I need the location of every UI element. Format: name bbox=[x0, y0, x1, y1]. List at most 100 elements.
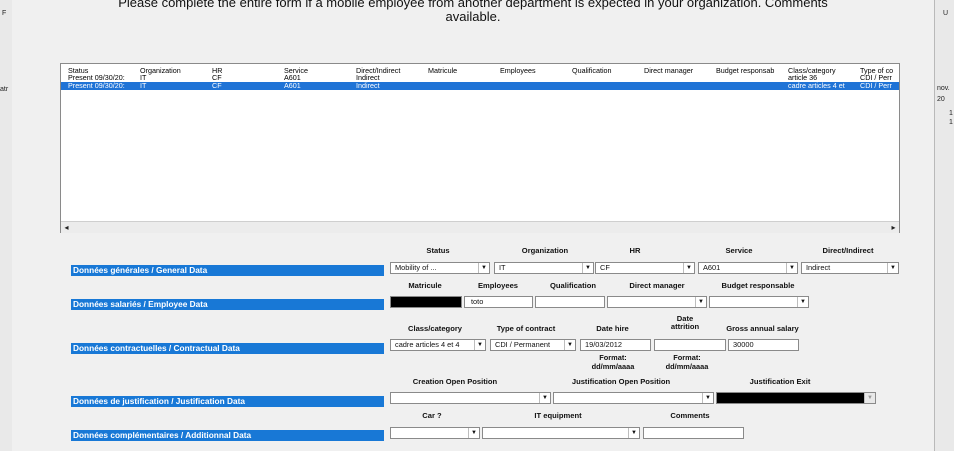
header-date-attrition-2: attrition bbox=[670, 322, 700, 331]
header-direct-indirect: Direct/Indirect bbox=[822, 246, 874, 255]
list-cell: Indirect bbox=[356, 82, 380, 90]
date-hire-format-label: Format: bbox=[599, 353, 627, 362]
chevron-down-icon[interactable]: ▼ bbox=[786, 263, 797, 273]
list-cell: Present 09/30/20: bbox=[68, 82, 125, 90]
matricule-field[interactable] bbox=[390, 296, 462, 308]
list-cell: CDI / Perr bbox=[860, 82, 892, 90]
direct-manager-select[interactable]: ▼ bbox=[607, 296, 707, 308]
bg-right-letter: U bbox=[943, 10, 949, 17]
list-cell: CF bbox=[212, 82, 222, 90]
bg-right-text3: 1 bbox=[949, 110, 953, 117]
list-cell: CF bbox=[212, 74, 222, 82]
direct-indirect-value: Indirect bbox=[806, 263, 831, 272]
bg-right-text4: 1 bbox=[949, 119, 953, 126]
header-justification-exit: Justification Exit bbox=[749, 377, 811, 386]
service-select[interactable]: A601 ▼ bbox=[698, 262, 798, 274]
gross-annual-salary-field[interactable]: 30000 bbox=[728, 339, 799, 351]
chevron-down-icon[interactable]: ▼ bbox=[887, 263, 898, 273]
budget-responsable-select[interactable]: ▼ bbox=[709, 296, 809, 308]
date-hire-field[interactable]: 19/03/2012 bbox=[580, 339, 651, 351]
header-employees: Employees bbox=[477, 281, 519, 290]
header-comments: Comments bbox=[670, 411, 710, 420]
section-justification-data: Données de justification / Justification… bbox=[71, 396, 384, 407]
organization-value: IT bbox=[499, 263, 506, 272]
header-car: Car ? bbox=[422, 411, 442, 420]
list-cell: A601 bbox=[284, 74, 301, 82]
header-class-category: Class/category bbox=[407, 324, 463, 333]
employees-field[interactable]: toto bbox=[464, 296, 533, 308]
comments-field[interactable] bbox=[643, 427, 744, 439]
hr-select[interactable]: CF ▼ bbox=[595, 262, 695, 274]
chevron-down-icon[interactable]: ▼ bbox=[797, 297, 808, 307]
chevron-down-icon[interactable]: ▼ bbox=[864, 393, 875, 403]
list-cell: Indirect bbox=[356, 74, 380, 82]
it-equipment-select[interactable]: ▼ bbox=[482, 427, 640, 439]
chevron-down-icon[interactable]: ▼ bbox=[468, 428, 479, 438]
section-additional-data: Données complémentaires / Additionnal Da… bbox=[71, 430, 384, 441]
list-cell: cadre articles 4 et bbox=[788, 82, 845, 90]
header-hr: HR bbox=[629, 246, 641, 255]
header-gross-annual-salary: Gross annual salary bbox=[726, 324, 799, 333]
chevron-down-icon[interactable]: ▼ bbox=[478, 263, 489, 273]
header-type-of-contract: Type of contract bbox=[496, 324, 556, 333]
date-attrition-format-label: Format: bbox=[673, 353, 701, 362]
chevron-down-icon[interactable]: ▼ bbox=[564, 340, 575, 350]
qualification-field[interactable] bbox=[535, 296, 605, 308]
class-category-select[interactable]: cadre articles 4 et 4 ▼ bbox=[390, 339, 486, 351]
list-cell: IT bbox=[140, 82, 147, 90]
header-budget-responsable: Budget responsable bbox=[721, 281, 795, 290]
bg-right-text2: 20 bbox=[937, 96, 945, 103]
header-it-equipment: IT equipment bbox=[534, 411, 582, 420]
hr-value: CF bbox=[600, 263, 610, 272]
list-cell: CDI / Perr bbox=[860, 74, 892, 82]
bg-left-text: atr bbox=[0, 86, 9, 93]
list-row-selected[interactable]: Present 09/30/20: IT CF A601 Indirect cadre a… bbox=[61, 82, 899, 90]
justification-open-position-select[interactable]: ▼ bbox=[553, 392, 714, 404]
list-cell: article 36 bbox=[788, 74, 818, 82]
list-cell: IT bbox=[140, 74, 147, 82]
chevron-down-icon[interactable]: ▼ bbox=[539, 393, 550, 403]
status-select[interactable]: Mobility of ... ▼ bbox=[390, 262, 490, 274]
form-instructions: Please complete the entire form if a mob… bbox=[12, 0, 934, 26]
header-date-hire: Date hire bbox=[596, 324, 629, 333]
header-creation-open-position: Creation Open Position bbox=[412, 377, 498, 386]
horizontal-scrollbar[interactable]: ◂ ▸ bbox=[61, 221, 899, 233]
chevron-down-icon[interactable]: ▼ bbox=[702, 393, 713, 403]
chevron-down-icon[interactable]: ▼ bbox=[582, 263, 593, 273]
class-category-value: cadre articles 4 et 4 bbox=[395, 340, 460, 349]
date-attrition-format-value: dd/mm/aaaa bbox=[665, 362, 709, 371]
chevron-down-icon[interactable]: ▼ bbox=[695, 297, 706, 307]
list-row[interactable]: Present 09/30/20: IT CF A601 Indirect article… bbox=[61, 74, 899, 82]
bg-left-letter: F bbox=[2, 10, 7, 17]
justification-exit-select[interactable]: ▼ bbox=[716, 392, 876, 404]
scroll-right-icon[interactable]: ▸ bbox=[888, 222, 899, 233]
section-general-data: Données générales / General Data bbox=[71, 265, 384, 276]
header-matricule: Matricule bbox=[408, 281, 442, 290]
header-justification-open-position: Justification Open Position bbox=[571, 377, 671, 386]
date-attrition-field[interactable] bbox=[654, 339, 726, 351]
header-direct-manager: Direct manager bbox=[629, 281, 685, 290]
section-contractual-data: Données contractuelles / Contractual Dat… bbox=[71, 343, 384, 354]
type-of-contract-value: CDI / Permanent bbox=[495, 340, 551, 349]
direct-indirect-select[interactable]: Indirect ▼ bbox=[801, 262, 899, 274]
background-app-right: U nov. 20 1 1 bbox=[934, 0, 954, 451]
bg-right-text1: nov. bbox=[937, 85, 950, 92]
chevron-down-icon[interactable]: ▼ bbox=[474, 340, 485, 350]
chevron-down-icon[interactable]: ▼ bbox=[628, 428, 639, 438]
date-hire-format-value: dd/mm/aaaa bbox=[591, 362, 635, 371]
service-value: A601 bbox=[703, 263, 721, 272]
instructions-line-2: available. bbox=[445, 9, 501, 24]
header-status: Status bbox=[426, 246, 450, 255]
status-value: Mobility of ... bbox=[395, 263, 437, 272]
chevron-down-icon[interactable]: ▼ bbox=[683, 263, 694, 273]
list-cell: A601 bbox=[284, 82, 301, 90]
car-select[interactable]: ▼ bbox=[390, 427, 480, 439]
organization-select[interactable]: IT ▼ bbox=[494, 262, 594, 274]
type-of-contract-select[interactable]: CDI / Permanent ▼ bbox=[490, 339, 576, 351]
header-qualification: Qualification bbox=[550, 281, 596, 290]
creation-open-position-select[interactable]: ▼ bbox=[390, 392, 551, 404]
scroll-left-icon[interactable]: ◂ bbox=[61, 222, 72, 233]
section-employee-data: Données salariés / Employee Data bbox=[71, 299, 384, 310]
records-list[interactable]: Status Organization HR Service Direct/Indire… bbox=[60, 63, 900, 233]
header-organization: Organization bbox=[521, 246, 569, 255]
